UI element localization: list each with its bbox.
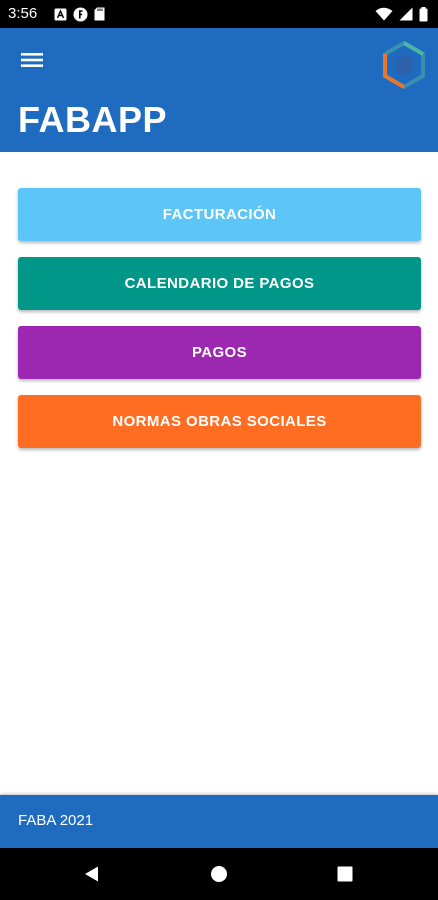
app-bar: FABAPP <box>0 28 438 152</box>
recents-button[interactable] <box>335 864 355 884</box>
notification-a-icon <box>54 8 67 20</box>
home-button[interactable] <box>209 864 229 884</box>
status-time: 3:56 <box>8 5 38 22</box>
footer-text: FABA 2021 <box>18 812 94 829</box>
app-title: FABAPP <box>18 99 168 140</box>
notification-f-icon <box>73 7 88 21</box>
pagos-button[interactable]: PAGOS <box>18 326 421 379</box>
main-menu: FACTURACIÓN CALENDARIO DE PAGOS PAGOS NO… <box>18 188 421 464</box>
hexagon-logo-icon <box>383 40 425 90</box>
wifi-icon <box>375 7 393 21</box>
signal-icon <box>399 7 413 21</box>
status-right-icons <box>375 5 428 23</box>
back-button[interactable] <box>82 864 102 884</box>
hamburger-menu-icon <box>21 53 43 67</box>
hamburger-menu-button[interactable] <box>18 48 46 72</box>
normas-obras-sociales-button[interactable]: NORMAS OBRAS SOCIALES <box>18 395 421 448</box>
facturacion-button[interactable]: FACTURACIÓN <box>18 188 421 241</box>
home-icon <box>211 866 227 882</box>
sd-card-icon <box>94 7 105 21</box>
app-logo <box>380 40 428 90</box>
footer: FABA 2021 <box>0 795 438 848</box>
back-icon <box>85 866 98 882</box>
status-left-icons <box>54 6 105 22</box>
battery-icon <box>419 6 428 21</box>
status-bar: 3:56 <box>0 0 438 28</box>
calendario-de-pagos-button[interactable]: CALENDARIO DE PAGOS <box>18 257 421 310</box>
navigation-bar <box>0 848 438 900</box>
recents-icon <box>337 866 353 882</box>
